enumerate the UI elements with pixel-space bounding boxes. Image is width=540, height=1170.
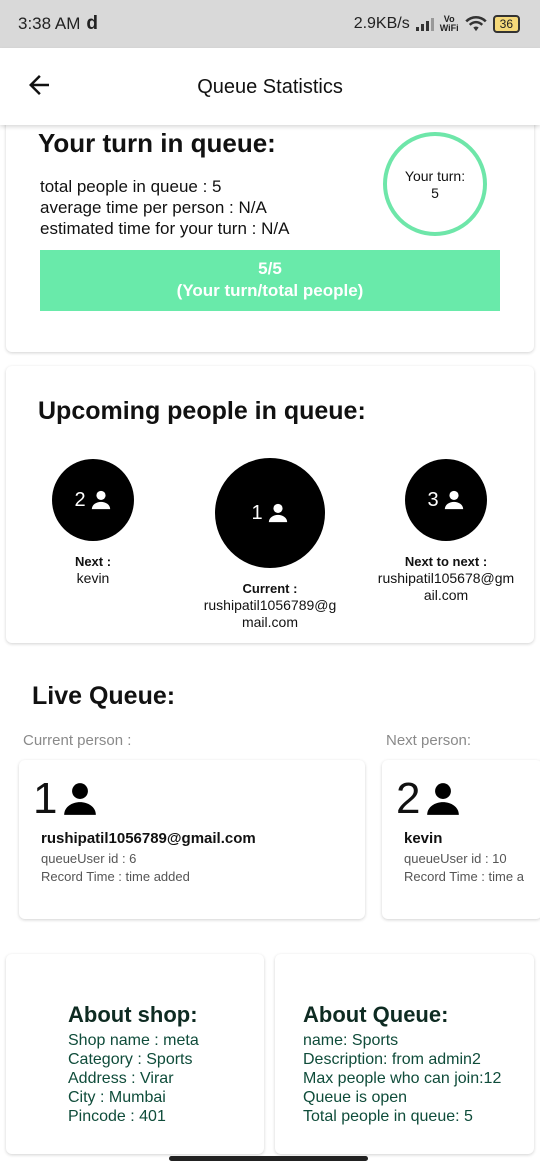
upcoming-title: Upcoming people in queue:: [38, 397, 366, 425]
gesture-nav-bar[interactable]: [169, 1156, 368, 1161]
live-queue-next-card[interactable]: 2 kevin queueUser id : 10 Record Time : …: [382, 760, 540, 919]
current-name-line1: rushipatil1056789@g: [203, 597, 337, 613]
next-to-next-number: 3: [427, 488, 439, 511]
about-shop-card: About shop: Shop name : meta Category : …: [6, 954, 264, 1154]
battery-icon: 36: [492, 15, 520, 33]
about-shop-details: Shop name : meta Category : Sports Addre…: [68, 1031, 199, 1126]
next-person-sublabel: Next person:: [386, 732, 472, 749]
current-person-sublabel: Current person :: [23, 732, 132, 749]
next-person-number: 2: [74, 488, 86, 511]
queue-total-people: Total people in queue: 5: [303, 1108, 473, 1125]
your-turn-circle-value: 5: [431, 185, 439, 201]
about-shop-title: About shop:: [68, 1002, 198, 1027]
next-person-label: Next : kevin: [43, 553, 143, 587]
person-icon: [444, 490, 463, 510]
next-to-next-person-circle: 3: [405, 459, 487, 541]
your-turn-title: Your turn in queue:: [38, 128, 276, 158]
shop-address: Address : Virar: [68, 1070, 174, 1087]
current-record-time: Record Time : time added: [41, 869, 190, 884]
shop-category: Category : Sports: [68, 1051, 193, 1068]
your-turn-circle: Your turn: 5: [383, 132, 487, 236]
queue-max-people: Max people who can join:12: [303, 1070, 502, 1087]
person-icon: [91, 490, 110, 510]
app-bar: Queue Statistics: [0, 48, 540, 125]
status-left: 3:38 AM d: [18, 13, 98, 35]
queue-info: total people in queue : 5 average time p…: [40, 176, 289, 239]
estimated-time-text: estimated time for your turn : N/A: [40, 219, 290, 238]
your-turn-card: Your turn in queue: total people in queu…: [6, 110, 534, 352]
about-queue-details: name: Sports Description: from admin2 Ma…: [303, 1031, 501, 1126]
about-queue-card: About Queue: name: Sports Description: f…: [275, 954, 534, 1154]
next-label: Next :: [74, 554, 112, 569]
next-to-next-person-label: Next to next : rushipatil105678@gm ail.c…: [356, 553, 536, 604]
turn-progress-value: 5/5: [258, 259, 282, 278]
upcoming-people-card: Upcoming people in queue: 2 Next : kevin…: [6, 366, 534, 643]
shop-pincode: Pincode : 401: [68, 1108, 166, 1125]
shop-name: Shop name : meta: [68, 1032, 199, 1049]
current-person-meta: queueUser id : 6 Record Time : time adde…: [41, 850, 190, 886]
next-to-next-name-line2: ail.com: [423, 587, 469, 603]
next-to-next-label: Next to next :: [404, 554, 488, 569]
page-title: Queue Statistics: [197, 76, 343, 98]
shop-city: City : Mumbai: [68, 1089, 166, 1106]
queue-status: Queue is open: [303, 1089, 408, 1106]
next-queue-number: 2: [396, 774, 462, 824]
person-icon: [64, 783, 97, 815]
current-person-circle: 1: [215, 458, 325, 568]
next-user-id: queueUser id : 10: [404, 851, 507, 866]
current-user-id: queueUser id : 6: [41, 851, 137, 866]
turn-progress-caption: (Your turn/total people): [176, 281, 364, 300]
live-queue-current-card[interactable]: 1 rushipatil1056789@gmail.com queueUser …: [19, 760, 365, 919]
current-person-number: 1: [251, 501, 263, 524]
average-time-text: average time per person : N/A: [40, 198, 267, 217]
carrier-icon: d: [86, 13, 98, 34]
current-name-line2: mail.com: [241, 614, 298, 630]
vowifi-icon: Vo WiFi: [439, 14, 459, 33]
status-time: 3:38 AM: [18, 14, 81, 33]
status-right: 2.9KB/s Vo WiFi 36: [354, 15, 520, 33]
next-record-time: Record Time : time a: [404, 869, 524, 884]
person-icon: [268, 503, 287, 523]
signal-icon: [415, 17, 434, 31]
current-person-label: Current : rushipatil1056789@g mail.com: [180, 580, 360, 631]
network-speed: 2.9KB/s: [353, 15, 410, 32]
live-queue-title: Live Queue:: [32, 682, 176, 710]
next-person-circle: 2: [52, 459, 134, 541]
next-person-meta: queueUser id : 10 Record Time : time a: [404, 850, 524, 886]
next-person-email: kevin: [404, 830, 443, 847]
total-people-text: total people in queue : 5: [40, 177, 222, 196]
your-turn-circle-label: Your turn:: [404, 168, 466, 184]
status-bar: 3:38 AM d 2.9KB/s Vo WiFi 36: [0, 0, 540, 48]
current-label: Current :: [242, 581, 298, 596]
wifi-icon: [464, 16, 487, 32]
queue-description: Description: from admin2: [303, 1051, 481, 1068]
person-icon: [427, 783, 460, 815]
current-person-email: rushipatil1056789@gmail.com: [41, 830, 256, 847]
turn-progress-bar: 5/5 (Your turn/total people): [40, 250, 500, 311]
next-to-next-name-line1: rushipatil105678@gm: [377, 570, 515, 586]
about-queue-title: About Queue:: [303, 1002, 449, 1027]
queue-name: name: Sports: [303, 1032, 399, 1049]
next-name: kevin: [76, 570, 110, 586]
current-queue-number: 1: [33, 774, 99, 824]
